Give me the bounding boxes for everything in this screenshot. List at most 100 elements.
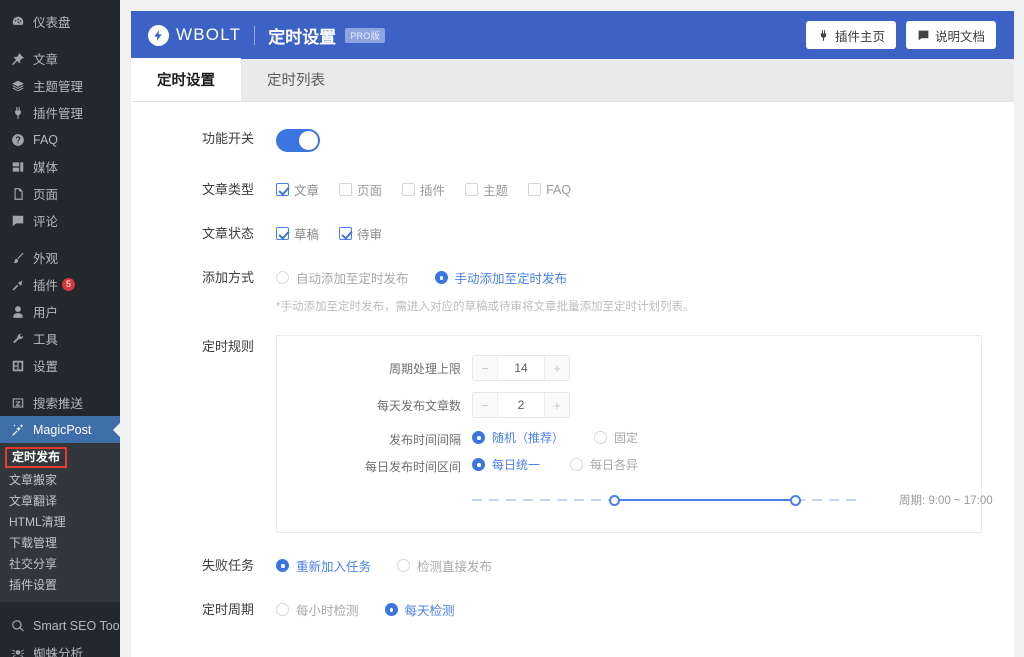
interval-radio-1[interactable]: 固定 <box>594 429 638 446</box>
check-cycle-radio-1[interactable]: 每天检测 <box>385 600 455 619</box>
row-failed-task: 失败任务 重新加入任务 检测直接发布 <box>131 555 1014 577</box>
user-icon <box>9 303 26 320</box>
checkbox-label: 文章 <box>294 180 319 199</box>
sidebar-item-label: 插件管理 <box>33 103 83 122</box>
daily-count-minus-button[interactable]: − <box>473 393 498 417</box>
daily-range-radio-1[interactable]: 每日各异 <box>570 456 638 473</box>
post-type-checkbox-0[interactable]: 文章 <box>276 180 319 199</box>
post-status-checkbox-0[interactable]: 草稿 <box>276 224 319 243</box>
sidebar-separator <box>0 379 120 389</box>
post-type-checkbox-2[interactable]: 插件 <box>402 180 445 199</box>
daily-count-plus-button[interactable]: + <box>544 393 569 417</box>
sidebar-submenu-item-4[interactable]: 下载管理 <box>0 533 120 554</box>
checkbox-label: 页面 <box>357 180 382 199</box>
sidebar-separator <box>0 602 120 612</box>
row-feature-switch: 功能开关 <box>131 128 1014 157</box>
sidebar-item-4[interactable]: FAQ <box>0 126 120 153</box>
post-type-checkbox-4[interactable]: FAQ <box>528 183 571 197</box>
daily-count-value[interactable]: 2 <box>498 393 544 417</box>
sidebar-item-11[interactable]: 工具 <box>0 325 120 352</box>
sidebar-item-label: 用户 <box>33 302 58 321</box>
sidebar-item-13[interactable]: 搜索推送 <box>0 389 120 416</box>
failed-task-radio-group: 重新加入任务 检测直接发布 <box>276 555 1014 577</box>
check-cycle-radio-0[interactable]: 每小时检测 <box>276 600 359 619</box>
sidebar-item-10[interactable]: 用户 <box>0 298 120 325</box>
sidebar-submenu-item-5[interactable]: 社交分享 <box>0 554 120 575</box>
slider-handle-start[interactable] <box>609 495 620 506</box>
post-status-checkbox-group: 草稿 待审 <box>276 223 1014 243</box>
plugin-icon <box>9 276 26 293</box>
failed-task-label: 失败任务 <box>131 555 276 577</box>
cycle-limit-stepper[interactable]: − 14 + <box>472 355 570 381</box>
sidebar-item-label: 主题管理 <box>33 76 83 95</box>
sidebar-submenu-item-1[interactable]: 文章搬家 <box>0 470 120 491</box>
slider-handle-end[interactable] <box>790 495 801 506</box>
failed-task-radio-1[interactable]: 检测直接发布 <box>397 556 492 575</box>
checkbox-label: 草稿 <box>294 224 319 243</box>
post-status-checkbox-1[interactable]: 待审 <box>339 224 382 243</box>
cycle-limit-minus-button[interactable]: − <box>473 356 498 380</box>
sidebar-bottom-item-0[interactable]: Smart SEO Tool <box>0 612 120 639</box>
sidebar-item-9[interactable]: 插件5 <box>0 271 120 298</box>
post-type-checkbox-group: 文章 页面 插件 主题 FAQ <box>276 179 1014 199</box>
rules-panel: 周期处理上限 − 14 + 每天发布文章数 − 2 <box>276 335 982 533</box>
rule-daily-count: 每天发布文章数 − 2 + <box>277 392 981 418</box>
sidebar-submenu-item-0[interactable]: 定时发布 <box>5 447 67 468</box>
brush-icon <box>9 249 26 266</box>
sidebar-item-6[interactable]: 页面 <box>0 180 120 207</box>
post-type-checkbox-1[interactable]: 页面 <box>339 180 382 199</box>
tab-1[interactable]: 定时列表 <box>241 58 351 101</box>
cycle-limit-plus-button[interactable]: + <box>544 356 569 380</box>
time-range-slider[interactable] <box>472 493 857 507</box>
comment-icon <box>9 212 26 229</box>
post-status-label: 文章状态 <box>131 223 276 245</box>
cycle-limit-value[interactable]: 14 <box>498 356 544 380</box>
sidebar-item-5[interactable]: 媒体 <box>0 153 120 180</box>
header-divider <box>254 26 255 45</box>
failed-task-radio-0[interactable]: 重新加入任务 <box>276 556 371 575</box>
post-type-label: 文章类型 <box>131 179 276 201</box>
sidebar-item-magicpost[interactable]: MagicPost <box>0 416 120 443</box>
check-cycle-label: 定时周期 <box>131 599 276 621</box>
check-cycle-radio-group: 每小时检测 每天检测 <box>276 599 1014 621</box>
layers-icon <box>9 77 26 94</box>
sidebar-item-7[interactable]: 评论 <box>0 207 120 234</box>
radio-dot <box>472 431 485 444</box>
daily-range-radio-0[interactable]: 每日统一 <box>472 456 540 473</box>
sidebar-submenu-item-6[interactable]: 插件设置 <box>0 575 120 596</box>
add-method-radio-1[interactable]: 手动添加至定时发布 <box>435 268 568 287</box>
sidebar-item-0[interactable]: 仪表盘 <box>0 8 120 35</box>
row-add-method: 添加方式 自动添加至定时发布手动添加至定时发布 *手动添加至定时发布，需进入对应… <box>131 267 1014 314</box>
daily-count-stepper[interactable]: − 2 + <box>472 392 570 418</box>
sidebar-item-1[interactable]: 文章 <box>0 45 120 72</box>
brand-logo: WBOLT <box>148 25 241 46</box>
plugin-home-button[interactable]: 插件主页 <box>806 21 896 49</box>
rule-daily-range: 每日发布时间区间 每日统一每日各异 <box>277 456 981 476</box>
slider-track-fill <box>614 499 795 501</box>
radio-dot <box>472 458 485 471</box>
sidebar-submenu: 定时发布文章搬家文章翻译HTML清理下载管理社交分享插件设置 <box>0 443 120 602</box>
sidebar-item-label: 蜘蛛分析 <box>33 643 83 657</box>
sidebar-submenu-item-2[interactable]: 文章翻译 <box>0 491 120 512</box>
sidebar-submenu-item-3[interactable]: HTML清理 <box>0 512 120 533</box>
plugin-card: WBOLT 定时设置 PRO版 插件主页 说明文档 定时设置定时列表 功能开关 <box>131 11 1014 657</box>
sidebar-bottom-item-1[interactable]: 蜘蛛分析 <box>0 639 120 657</box>
settings-form: 功能开关 文章类型 文章页面插件主题FAQ 文章状态 草稿待审 添加方式 <box>131 102 1014 621</box>
radio-label: 每小时检测 <box>296 600 359 619</box>
tab-bar: 定时设置定时列表 <box>131 59 1014 102</box>
sidebar-item-12[interactable]: 设置 <box>0 352 120 379</box>
checkbox-label: 插件 <box>420 180 445 199</box>
radio-dot <box>435 271 448 284</box>
add-method-radio-0[interactable]: 自动添加至定时发布 <box>276 268 409 287</box>
feature-switch-toggle[interactable] <box>276 129 320 152</box>
post-type-checkbox-3[interactable]: 主题 <box>465 180 508 199</box>
sidebar-item-3[interactable]: 插件管理 <box>0 99 120 126</box>
tab-0[interactable]: 定时设置 <box>131 58 241 101</box>
cycle-limit-label: 周期处理上限 <box>277 360 472 377</box>
sidebar-item-8[interactable]: 外观 <box>0 244 120 271</box>
pin-icon <box>9 50 26 67</box>
daily-range-radio-group: 每日统一 每日各异 <box>472 456 668 476</box>
interval-radio-0[interactable]: 随机（推荐） <box>472 429 564 446</box>
sidebar-item-2[interactable]: 主题管理 <box>0 72 120 99</box>
documentation-button[interactable]: 说明文档 <box>906 21 996 49</box>
